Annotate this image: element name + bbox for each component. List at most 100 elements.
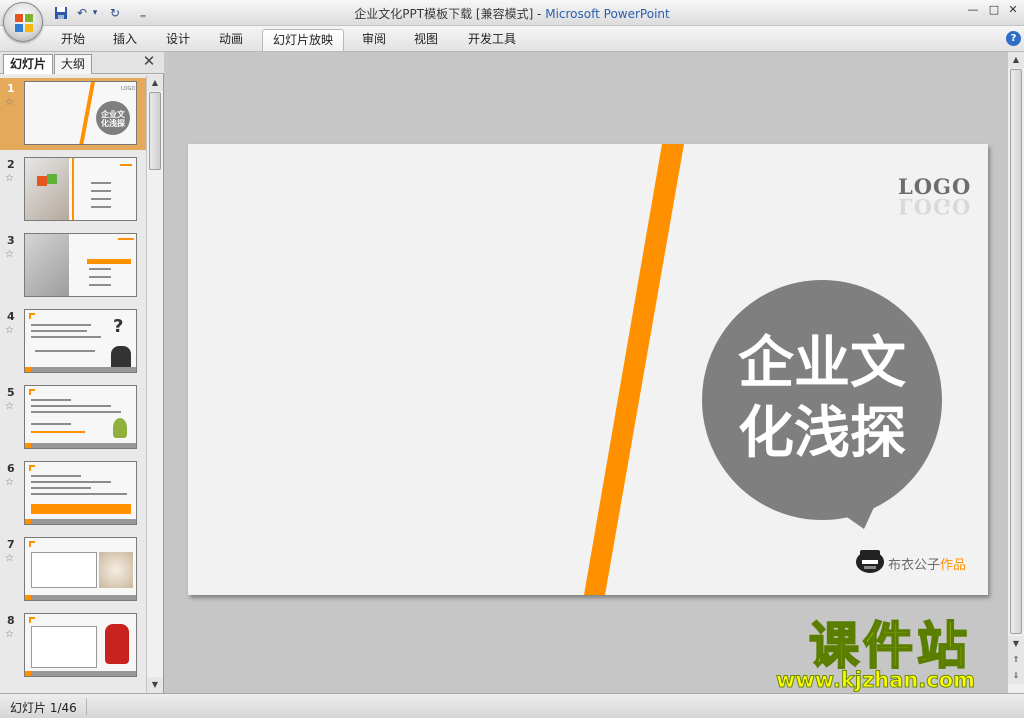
thumbnail-corner-mark [29, 313, 35, 319]
thumbnail-footer-accent [25, 671, 31, 676]
tab-view[interactable]: 视图 [405, 29, 447, 51]
animation-star-icon: ☆ [5, 553, 14, 564]
slide-logo-reflection: LOGO [898, 194, 972, 219]
minimize-button[interactable]: — [964, 3, 982, 19]
tab-design[interactable]: 设计 [157, 29, 199, 51]
thumbnail-photo [25, 158, 69, 220]
thumbnail-text-line [89, 284, 111, 286]
slide-thumbnail-4[interactable]: 4 ☆ ? [0, 306, 146, 378]
thumbnail-preview [24, 461, 137, 525]
next-slide-icon[interactable]: ⇓ [1008, 668, 1024, 684]
tab-slides[interactable]: 幻灯片 [3, 54, 54, 74]
thumbnail-text-line [31, 324, 91, 326]
slide-editor: LOGO LOGO 企业文 化浅探 布衣公子作品 [165, 52, 1007, 693]
tab-home[interactable]: 开始 [52, 29, 94, 51]
thumbnail-footer [25, 671, 136, 676]
animation-star-icon: ☆ [5, 401, 14, 412]
slide-counter: 幻灯片 1/46 [10, 701, 77, 715]
thumbnail-text-box [31, 626, 97, 668]
slide-title-line-2: 化浅探 [738, 401, 906, 466]
thumbnail-preview [24, 157, 137, 221]
tab-insert[interactable]: 插入 [104, 29, 146, 51]
office-logo-icon [15, 14, 33, 32]
tab-developer[interactable]: 开发工具 [458, 29, 526, 51]
tab-review[interactable]: 审阅 [353, 29, 395, 51]
thumbnail-text-line [89, 268, 111, 270]
thumbnail-number: 1 [7, 82, 15, 95]
thumbnail-text-line [91, 198, 111, 200]
editor-scrollbar[interactable]: ▲ ▼ ⇑ ⇓ [1007, 52, 1024, 693]
scrollbar-thumb[interactable] [149, 92, 161, 170]
close-button[interactable]: ✕ [1004, 3, 1022, 19]
previous-slide-icon[interactable]: ⇑ [1008, 652, 1024, 668]
tab-outline[interactable]: 大纲 [54, 54, 93, 74]
thumbnail-number: 6 [7, 462, 15, 475]
scroll-up-icon[interactable]: ▲ [1008, 52, 1024, 68]
thumbnail-footer [25, 519, 136, 524]
tab-animations[interactable]: 动画 [210, 29, 252, 51]
slide-thumbnail-6[interactable]: 6 ☆ [0, 458, 146, 530]
bottle-icon [113, 418, 127, 438]
window-title: 企业文化PPT模板下载 [兼容模式] - Microsoft PowerPoin… [0, 5, 1024, 22]
scroll-down-icon[interactable]: ▼ [147, 677, 163, 693]
thumbnail-preview: ? [24, 309, 137, 373]
current-slide[interactable]: LOGO LOGO 企业文 化浅探 布衣公子作品 [188, 144, 988, 595]
thumbnail-preview [24, 385, 137, 449]
thumbnail-text-line [31, 411, 121, 413]
thumbnail-text-line [31, 487, 91, 489]
help-icon[interactable]: ? [1006, 31, 1021, 46]
thumbnail-logo: LOGO [121, 86, 136, 92]
slide-thumbnail-2[interactable]: 2 ☆ [0, 154, 146, 226]
thumbnail-number: 2 [7, 158, 15, 171]
thumbnail-photo [25, 234, 69, 296]
office-button[interactable] [3, 2, 43, 42]
slide-thumbnail-7[interactable]: 7 ☆ [0, 534, 146, 606]
watermark-url: www.kjzhan.com [775, 668, 976, 693]
thumbnail-number: 7 [7, 538, 15, 551]
thumbnail-number: 5 [7, 386, 15, 399]
author-credit: 布衣公子作品 [888, 554, 966, 573]
scroll-up-icon[interactable]: ▲ [147, 75, 163, 91]
thumbnail-footer-accent [25, 367, 31, 372]
site-watermark: 课件站 www.kjzhan.com [770, 617, 1010, 698]
slide-thumbnail-1[interactable]: 1 ☆ 企业文化浅探 LOGO [0, 78, 146, 150]
slide-title-line-1: 企业文 [738, 331, 906, 396]
slides-pane: 幻灯片 大纲 ✕ 1 ☆ 企业文化浅探 LOGO 2 ☆ 3 ☆ 4 ☆ ? 5… [0, 52, 164, 693]
thumbnail-scrollbar[interactable]: ▲ ▼ [146, 75, 163, 693]
tab-slide-show[interactable]: 幻灯片放映 [262, 29, 344, 51]
slide-thumbnail-3[interactable]: 3 ☆ [0, 230, 146, 302]
slide-thumbnail-5[interactable]: 5 ☆ [0, 382, 146, 454]
thumbnail-text-line [31, 405, 111, 407]
puzzle-piece-icon [37, 176, 47, 186]
thumbnail-preview: 企业文化浅探 LOGO [24, 81, 137, 145]
status-divider [86, 698, 87, 715]
thumbnail-footer-accent [25, 443, 31, 448]
animation-star-icon: ☆ [5, 325, 14, 336]
thumbnail-text-line [31, 336, 101, 338]
slide-thumbnail-8[interactable]: 8 ☆ [0, 610, 146, 682]
credit-author: 布衣公子 [888, 558, 941, 573]
scroll-down-icon[interactable]: ▼ [1008, 636, 1024, 652]
app-name: Microsoft PowerPoint [545, 7, 670, 21]
thumbnail-text-line [91, 190, 111, 192]
thumbnail-text-line [31, 493, 127, 495]
thumbnail-text-line [89, 276, 111, 278]
thumbnail-preview [24, 233, 137, 297]
thumbnail-divider [72, 158, 74, 220]
thumbnail-photo [99, 552, 133, 588]
thumbnail-text-line [31, 423, 71, 425]
thumbnail-accent [120, 164, 132, 166]
animation-star-icon: ☆ [5, 97, 14, 108]
thumbnail-footer-accent [25, 519, 31, 524]
scrollbar-thumb[interactable] [1010, 69, 1022, 634]
title-bar: ↶ ▾ ↻ ‗ 企业文化PPT模板下载 [兼容模式] - Microsoft P… [0, 0, 1024, 26]
question-mark-icon: ? [113, 316, 124, 337]
thumbnail-number: 8 [7, 614, 15, 627]
restore-button[interactable]: □ [985, 3, 1003, 19]
mascot-icon [856, 550, 884, 573]
thumbnail-text-line [91, 182, 111, 184]
ribbon-tabs: 开始 插入 设计 动画 幻灯片放映 审阅 视图 开发工具 [0, 26, 1024, 52]
close-pane-icon[interactable]: ✕ [141, 54, 157, 70]
animation-star-icon: ☆ [5, 629, 14, 640]
thumbnail-corner-mark [29, 617, 35, 623]
